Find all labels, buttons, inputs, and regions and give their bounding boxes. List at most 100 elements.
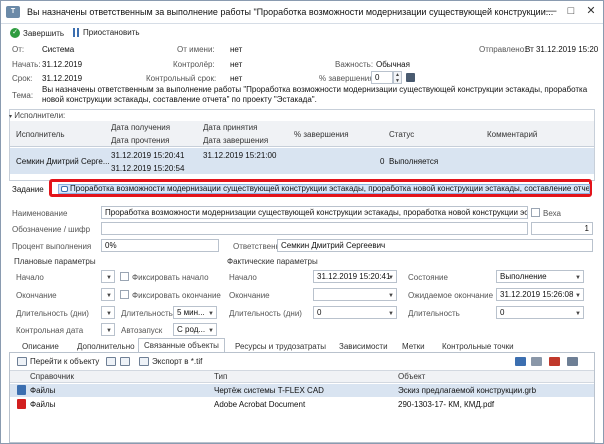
percent-input[interactable]: 0 [371,71,393,84]
name-label: Наименование [12,209,68,218]
topic-value: Вы назначены ответственным за выполнение… [42,85,588,104]
pdf-file-icon [17,399,26,409]
print-icon[interactable] [531,357,542,366]
code-input[interactable] [101,222,528,235]
from-label: От: [12,45,25,54]
length-dropdown[interactable]: 5 мин... ▼ [173,306,217,319]
col-accepted-date[interactable]: Дата принятия [203,123,257,132]
fix-end-checkbox[interactable] [120,290,129,299]
plan-end-label: Окончание [16,291,57,300]
expected-end-dropdown[interactable]: 31.12.2019 15:26:08 ▼ [496,288,584,301]
col-completed-date[interactable]: Дата завершения [203,136,268,145]
percent-stepper[interactable]: ▲ ▼ [393,71,402,84]
deadline-value: 31.12.2019 [42,74,83,83]
export-label: Экспорт в *.tif [152,357,203,366]
percent-label: % завершения: [319,74,376,83]
view-icon[interactable] [515,357,526,366]
fact-end-label: Окончание [229,291,270,300]
tab-linked-objects[interactable]: Связанные объекты [138,338,225,353]
performers-group-label[interactable]: ▾ Исполнители: [9,111,65,120]
title-bar: T Вы назначены ответственным за выполнен… [1,1,603,24]
col-read-date[interactable]: Дата прочтения [111,136,169,145]
complete-button[interactable]: ✓ Завершить [10,28,64,38]
dropdown-arrow-icon: ▼ [208,328,214,334]
task-window: T Вы назначены ответственным за выполнен… [0,0,604,444]
close-button[interactable]: ✕ [584,4,598,18]
fact-length-label: Длительность [408,309,460,318]
cell-status: Выполняется [389,157,439,166]
col-percent[interactable]: % завершения [294,130,349,139]
cell-received: 31.12.2019 15:20:41 [111,151,185,160]
length-label: Длительность [121,309,173,318]
percent-exec-label: Процент выполнения [12,242,92,251]
fact-duration-value: 0 [317,308,322,317]
col-status[interactable]: Статус [389,130,414,139]
actual-section: Фактические параметры [227,257,318,266]
task-value[interactable]: Проработка возможности модернизации суще… [58,184,590,194]
controller-value: нет [230,60,243,69]
maximize-button[interactable]: □ [564,4,578,18]
on-behalf-value: нет [230,45,243,54]
pause-button[interactable]: Приостановить [71,28,140,37]
col-type[interactable]: Тип [214,372,227,381]
start-value: 31.12.2019 [42,60,83,69]
milestone-checkbox[interactable] [531,208,540,217]
add-icon[interactable] [106,357,116,366]
fact-duration-dropdown[interactable]: 0 ▼ [313,306,397,319]
col-received-date[interactable]: Дата получения [111,123,170,132]
fact-start-value: 31.12.2019 15:20:41 [317,272,391,281]
importance-label: Важность: [335,60,374,69]
pause-label: Приостановить [83,28,140,37]
checkmark-icon: ✓ [10,28,20,38]
task-text: Проработка возможности модернизации суще… [70,184,590,193]
row-reference: Файлы [30,400,56,409]
expected-end-label: Ожидаемое окончание [408,291,494,300]
autostart-label: Автозапуск [121,326,163,335]
row-object: Эскиз предлагаемой конструкции.grb [398,386,537,395]
fact-start-dropdown[interactable]: 31.12.2019 15:20:41 ▼ [313,270,397,283]
fact-end-dropdown[interactable]: ▼ [313,288,397,301]
col-object[interactable]: Объект [398,372,425,381]
sent-value: Вт 31.12.2019 15:20 [525,45,599,54]
plan-start-dropdown[interactable]: ▼ [101,270,115,283]
row-type: Adobe Acrobat Document [214,400,306,409]
dropdown-arrow-icon: ▼ [388,311,394,317]
responsible-input[interactable]: Семкин Дмитрий Сергеевич [277,239,593,252]
autostart-dropdown[interactable]: С род... ▼ [173,323,217,336]
export-tif-button[interactable]: Экспорт в *.tif [139,357,202,366]
plan-start-label: Начало [16,273,44,282]
plan-end-dropdown[interactable]: ▼ [101,288,115,301]
fix-start-checkbox[interactable] [120,272,129,281]
cell-percent: 0 [380,157,385,166]
settings-icon[interactable] [567,357,578,366]
control-deadline-label: Контрольный срок: [146,74,217,83]
name-input[interactable]: Проработка возможности модернизации суще… [101,206,528,219]
code-number-input[interactable]: 1 [531,222,593,235]
col-comment[interactable]: Комментарий [487,130,537,139]
expected-end-value: 31.12.2019 15:26:08 [500,290,574,299]
dropdown-arrow-icon: ▼ [106,293,112,299]
fact-length-dropdown[interactable]: 0 ▼ [496,306,584,319]
state-label: Состояние [408,273,448,282]
goto-object-button[interactable]: Перейти к объекту [17,357,99,366]
sent-label: Отправлено: [479,45,527,54]
minimize-button[interactable]: — [544,4,558,18]
state-dropdown[interactable]: Выполнение ▼ [496,270,584,283]
col-reference[interactable]: Справочник [30,372,74,381]
export-icon [139,357,149,366]
control-deadline-value: нет [230,74,243,83]
dropdown-arrow-icon: ▼ [575,293,581,299]
save-icon[interactable] [406,73,415,82]
collapse-icon: ▾ [9,114,13,120]
dropdown-arrow-icon: ▼ [106,328,112,334]
col-performer[interactable]: Исполнитель [16,130,65,139]
controller-label: Контролёр: [173,60,215,69]
plan-duration-dropdown[interactable]: ▼ [101,306,115,319]
control-date-dropdown[interactable]: ▼ [101,323,115,336]
deadline-label: Срок: [12,74,33,83]
percent-exec-input[interactable]: 0% [101,239,219,252]
milestone-label: Веха [543,209,561,218]
remove-icon[interactable] [120,357,130,366]
filter-icon[interactable] [549,357,560,366]
row-type: Чертёж системы T-FLEX CAD [214,386,324,395]
